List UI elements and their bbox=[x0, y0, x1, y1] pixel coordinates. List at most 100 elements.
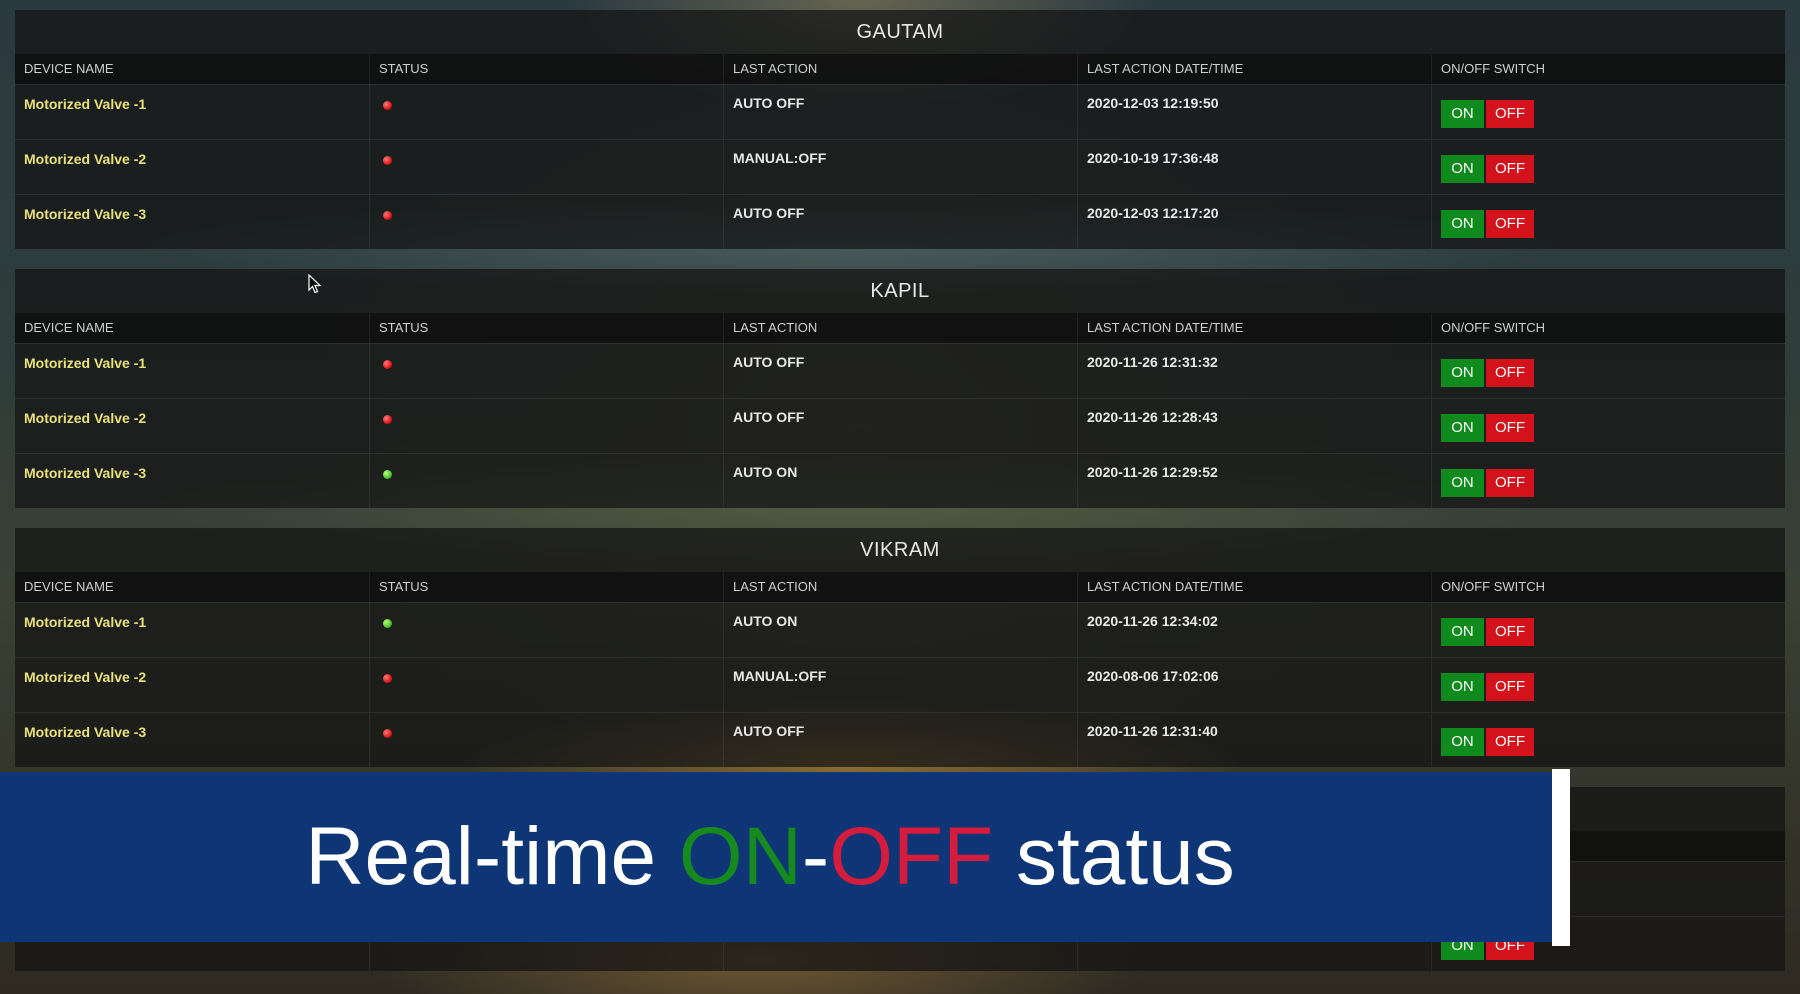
last-action-datetime: 2020-12-03 12:19:50 bbox=[1077, 85, 1431, 139]
group-panel: KAPIL DEVICE NAME STATUS LAST ACTION LAST AC… bbox=[15, 269, 1785, 508]
table-row: Motorized Valve -2 MANUAL:OFF 2020-10-19 1… bbox=[15, 139, 1785, 194]
switch-cell: ONOFF bbox=[1431, 85, 1785, 139]
group-panel: GAUTAM DEVICE NAME STATUS LAST ACTION LAST A… bbox=[15, 10, 1785, 249]
on-button[interactable]: ON bbox=[1441, 210, 1484, 238]
last-action-datetime: 2020-11-26 12:31:40 bbox=[1077, 713, 1431, 767]
col-header-switch: ON/OFF SWITCH bbox=[1431, 572, 1785, 602]
status-indicator-icon bbox=[383, 101, 392, 110]
status-indicator-icon bbox=[383, 156, 392, 165]
status-cell bbox=[369, 603, 723, 657]
last-action: AUTO ON bbox=[723, 454, 1077, 508]
caption-off-word: OFF bbox=[829, 811, 994, 902]
caption-banner: Real-time ON-OFF status bbox=[0, 772, 1552, 942]
status-indicator-icon bbox=[383, 674, 392, 683]
off-button[interactable]: OFF bbox=[1486, 618, 1534, 646]
status-cell bbox=[369, 85, 723, 139]
col-header-status: STATUS bbox=[369, 54, 723, 84]
status-indicator-icon bbox=[383, 211, 392, 220]
on-button[interactable]: ON bbox=[1441, 618, 1484, 646]
table-header: DEVICE NAME STATUSLAST ACTIONLAST ACTION … bbox=[15, 54, 1785, 84]
device-name: Motorized Valve -2 bbox=[24, 669, 147, 685]
last-action: AUTO OFF bbox=[723, 713, 1077, 767]
last-action-datetime: 2020-11-26 12:29:52 bbox=[1077, 454, 1431, 508]
on-button[interactable]: ON bbox=[1441, 100, 1484, 128]
switch-cell: ONOFF bbox=[1431, 454, 1785, 508]
mouse-cursor-icon bbox=[308, 273, 322, 294]
device-name: Motorized Valve -3 bbox=[24, 724, 147, 740]
caption-dash: - bbox=[801, 811, 830, 902]
off-button[interactable]: OFF bbox=[1486, 359, 1534, 387]
table-row: Motorized Valve -1 AUTO ON 2020-11-26 12:3… bbox=[15, 602, 1785, 657]
off-button[interactable]: OFF bbox=[1486, 100, 1534, 128]
col-header-last-action-datetime: LAST ACTION DATE/TIME bbox=[1077, 313, 1431, 343]
col-header-last-action-datetime: LAST ACTION DATE/TIME bbox=[1077, 572, 1431, 602]
table-header: DEVICE NAME STATUSLAST ACTIONLAST ACTION … bbox=[15, 313, 1785, 343]
col-header-last-action-datetime: LAST ACTION DATE/TIME bbox=[1077, 54, 1431, 84]
group-title: GAUTAM bbox=[856, 21, 944, 43]
status-cell bbox=[369, 344, 723, 398]
status-indicator-icon bbox=[383, 360, 392, 369]
col-header-last-action: LAST ACTION bbox=[723, 313, 1077, 343]
off-button[interactable]: OFF bbox=[1486, 210, 1534, 238]
last-action: MANUAL:OFF bbox=[723, 658, 1077, 712]
status-cell bbox=[369, 658, 723, 712]
status-indicator-icon bbox=[383, 619, 392, 628]
status-cell bbox=[369, 195, 723, 249]
off-button[interactable]: OFF bbox=[1486, 728, 1534, 756]
device-name: Motorized Valve -2 bbox=[24, 410, 147, 426]
last-action-datetime: 2020-11-26 12:31:32 bbox=[1077, 344, 1431, 398]
table-row: Motorized Valve -3 AUTO ON 2020-11-26 12:2… bbox=[15, 453, 1785, 508]
col-header-status: STATUS bbox=[369, 313, 723, 343]
device-name: Motorized Valve -1 bbox=[24, 96, 147, 112]
on-button[interactable]: ON bbox=[1441, 414, 1484, 442]
off-button[interactable]: OFF bbox=[1486, 673, 1534, 701]
switch-cell: ONOFF bbox=[1431, 344, 1785, 398]
caption-text: Real-time ON-OFF status bbox=[0, 772, 1540, 942]
switch-cell: ONOFF bbox=[1431, 399, 1785, 453]
device-name: Motorized Valve -1 bbox=[24, 355, 147, 371]
last-action-datetime: 2020-10-19 17:36:48 bbox=[1077, 140, 1431, 194]
last-action: AUTO OFF bbox=[723, 399, 1077, 453]
col-header-device-name: DEVICE NAME bbox=[24, 579, 114, 594]
status-cell bbox=[369, 713, 723, 767]
table-row: Motorized Valve -1 AUTO OFF 2020-11-26 12:… bbox=[15, 343, 1785, 398]
off-button[interactable]: OFF bbox=[1486, 469, 1534, 497]
col-header-last-action: LAST ACTION bbox=[723, 54, 1077, 84]
off-button[interactable]: OFF bbox=[1486, 155, 1534, 183]
caption-part2: status bbox=[993, 811, 1235, 902]
col-header-switch: ON/OFF SWITCH bbox=[1431, 54, 1785, 84]
device-name: Motorized Valve -2 bbox=[24, 151, 147, 167]
status-indicator-icon bbox=[383, 470, 392, 479]
group-title: VIKRAM bbox=[860, 539, 940, 561]
col-header-status: STATUS bbox=[369, 572, 723, 602]
col-header-switch: ON/OFF SWITCH bbox=[1431, 313, 1785, 343]
switch-cell: ONOFF bbox=[1431, 713, 1785, 767]
switch-cell: ONOFF bbox=[1431, 140, 1785, 194]
last-action: AUTO OFF bbox=[723, 85, 1077, 139]
on-button[interactable]: ON bbox=[1441, 469, 1484, 497]
table-row: Motorized Valve -3 AUTO OFF2020-12-03 12:… bbox=[15, 194, 1785, 249]
status-cell bbox=[369, 399, 723, 453]
on-button[interactable]: ON bbox=[1441, 359, 1484, 387]
table-row: Motorized Valve -2 MANUAL:OFF 2020-08-06 1… bbox=[15, 657, 1785, 712]
on-button[interactable]: ON bbox=[1441, 673, 1484, 701]
group-title: KAPIL bbox=[870, 280, 930, 302]
device-name: Motorized Valve -3 bbox=[24, 206, 147, 222]
col-header-device-name: DEVICE NAME bbox=[24, 320, 114, 335]
switch-cell: ONOFF bbox=[1431, 603, 1785, 657]
col-header-last-action: LAST ACTION bbox=[723, 572, 1077, 602]
last-action: MANUAL:OFF bbox=[723, 140, 1077, 194]
group-panel: VIKRAM DEVICE NAME STATUS LAST ACTION LAST A… bbox=[15, 528, 1785, 767]
last-action: AUTO OFF bbox=[723, 344, 1077, 398]
off-button[interactable]: OFF bbox=[1486, 414, 1534, 442]
caption-on-word: ON bbox=[678, 811, 802, 902]
status-indicator-icon bbox=[383, 415, 392, 424]
device-name: Motorized Valve -3 bbox=[24, 465, 147, 481]
last-action: AUTO ON bbox=[723, 603, 1077, 657]
on-button[interactable]: ON bbox=[1441, 728, 1484, 756]
last-action: AUTO OFF bbox=[723, 195, 1077, 249]
switch-cell: ONOFF bbox=[1431, 658, 1785, 712]
col-header-device-name: DEVICE NAME bbox=[24, 61, 114, 76]
on-button[interactable]: ON bbox=[1441, 155, 1484, 183]
caption-accent-bar bbox=[1552, 769, 1570, 946]
